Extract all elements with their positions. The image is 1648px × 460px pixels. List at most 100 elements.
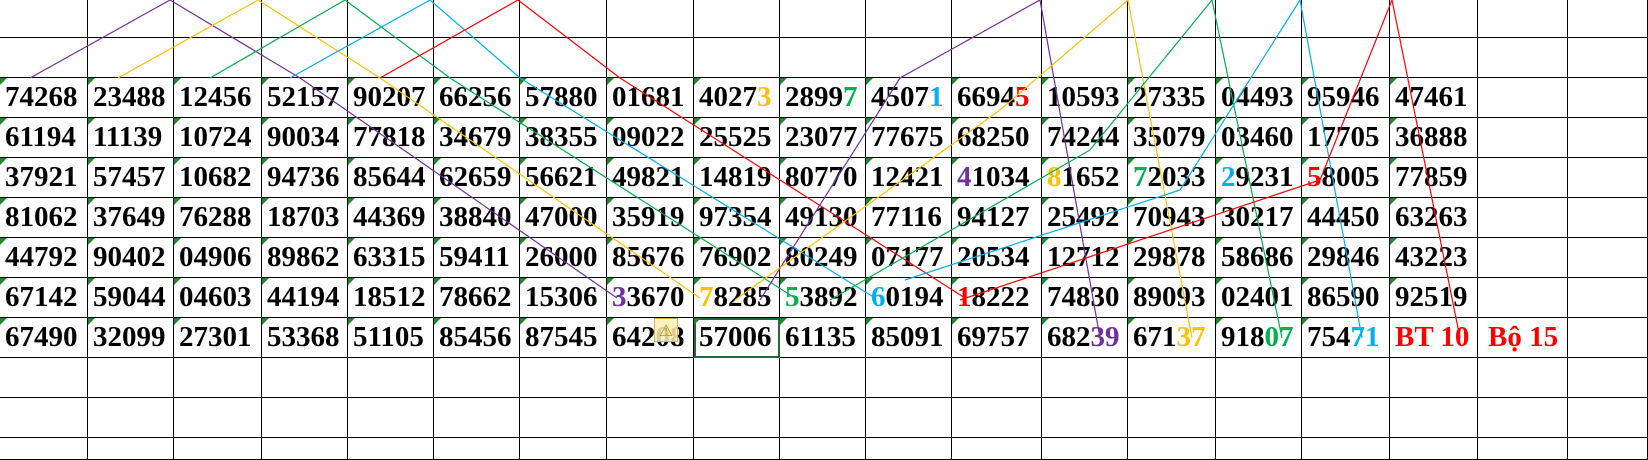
table-cell[interactable]: 56621 <box>520 158 607 198</box>
table-cell[interactable]: 12456 <box>174 78 262 118</box>
table-cell[interactable]: 90034 <box>262 118 348 158</box>
table-cell[interactable]: 85091 <box>866 318 952 358</box>
empty-cell[interactable] <box>1216 358 1302 398</box>
table-cell[interactable]: BT 10 <box>1390 318 1478 358</box>
table-cell[interactable]: 89862 <box>262 238 348 278</box>
empty-cell[interactable] <box>694 438 780 460</box>
empty-cell[interactable] <box>1568 38 1648 78</box>
table-cell[interactable]: 18703 <box>262 198 348 238</box>
empty-cell[interactable] <box>952 438 1042 460</box>
empty-cell[interactable] <box>1390 438 1478 460</box>
table-cell[interactable]: 81652 <box>1042 158 1128 198</box>
table-cell[interactable]: 68250 <box>952 118 1042 158</box>
table-cell[interactable]: 62659 <box>434 158 520 198</box>
empty-cell[interactable] <box>1302 398 1390 438</box>
empty-cell[interactable] <box>88 0 174 38</box>
table-cell[interactable]: 23488 <box>88 78 174 118</box>
table-cell[interactable]: 47000 <box>520 198 607 238</box>
table-cell[interactable]: 85676 <box>607 238 694 278</box>
table-cell[interactable]: 18512 <box>348 278 434 318</box>
empty-cell[interactable] <box>1042 438 1128 460</box>
empty-cell[interactable] <box>262 358 348 398</box>
empty-cell[interactable] <box>1568 318 1648 358</box>
empty-cell[interactable] <box>1478 0 1568 38</box>
table-cell[interactable]: 52157 <box>262 78 348 118</box>
empty-cell[interactable] <box>694 398 780 438</box>
empty-cell[interactable] <box>262 438 348 460</box>
empty-cell[interactable] <box>520 38 607 78</box>
empty-cell[interactable] <box>1568 198 1648 238</box>
table-cell[interactable]: 66945 <box>952 78 1042 118</box>
table-cell[interactable]: 37649 <box>88 198 174 238</box>
empty-cell[interactable] <box>0 358 88 398</box>
empty-cell[interactable] <box>952 398 1042 438</box>
table-cell[interactable]: 59044 <box>88 278 174 318</box>
table-cell[interactable]: 67142 <box>0 278 88 318</box>
warning-icon[interactable]: ⚠ <box>654 318 678 342</box>
empty-cell[interactable] <box>434 398 520 438</box>
empty-cell[interactable] <box>780 358 866 398</box>
table-cell[interactable]: 35079 <box>1128 118 1216 158</box>
empty-cell[interactable] <box>1568 118 1648 158</box>
empty-cell[interactable] <box>1216 398 1302 438</box>
table-cell[interactable]: 44792 <box>0 238 88 278</box>
table-cell[interactable]: 43223 <box>1390 238 1478 278</box>
table-cell[interactable]: 49821 <box>607 158 694 198</box>
empty-cell[interactable] <box>174 358 262 398</box>
empty-cell[interactable] <box>607 38 694 78</box>
table-cell[interactable]: 97354 <box>694 198 780 238</box>
empty-cell[interactable] <box>1478 438 1568 460</box>
empty-cell[interactable] <box>780 38 866 78</box>
table-cell[interactable]: 36888 <box>1390 118 1478 158</box>
table-cell[interactable]: 44369 <box>348 198 434 238</box>
table-cell[interactable]: 68239 <box>1042 318 1128 358</box>
empty-cell[interactable] <box>262 398 348 438</box>
table-cell[interactable]: 32099 <box>88 318 174 358</box>
empty-cell[interactable] <box>434 0 520 38</box>
empty-cell[interactable] <box>1042 38 1128 78</box>
table-cell[interactable]: 09022 <box>607 118 694 158</box>
table-cell[interactable]: 28997 <box>780 78 866 118</box>
table-cell[interactable]: 92519 <box>1390 278 1478 318</box>
empty-cell[interactable] <box>780 398 866 438</box>
table-cell[interactable]: 29846 <box>1302 238 1390 278</box>
table-cell[interactable]: Bộ 15 <box>1478 318 1568 358</box>
table-cell[interactable]: 10682 <box>174 158 262 198</box>
empty-cell[interactable] <box>952 0 1042 38</box>
empty-cell[interactable] <box>1478 158 1568 198</box>
table-cell[interactable]: 57457 <box>88 158 174 198</box>
empty-cell[interactable] <box>1568 78 1648 118</box>
empty-cell[interactable] <box>520 438 607 460</box>
table-cell[interactable]: 41034 <box>952 158 1042 198</box>
table-cell[interactable]: 44450 <box>1302 198 1390 238</box>
table-cell[interactable]: 81062 <box>0 198 88 238</box>
table-cell[interactable]: 90207 <box>348 78 434 118</box>
table-cell[interactable]: 37921 <box>0 158 88 198</box>
empty-cell[interactable] <box>88 398 174 438</box>
table-cell[interactable]: 77116 <box>866 198 952 238</box>
table-cell[interactable]: 57006 <box>694 318 780 358</box>
table-cell[interactable]: 66256 <box>434 78 520 118</box>
empty-cell[interactable] <box>866 38 952 78</box>
empty-cell[interactable] <box>1478 78 1568 118</box>
empty-cell[interactable] <box>0 438 88 460</box>
table-cell[interactable]: 04906 <box>174 238 262 278</box>
table-cell[interactable]: 61135 <box>780 318 866 358</box>
table-cell[interactable]: 12712 <box>1042 238 1128 278</box>
empty-cell[interactable] <box>1302 38 1390 78</box>
empty-cell[interactable] <box>1568 278 1648 318</box>
table-cell[interactable]: 25525 <box>694 118 780 158</box>
empty-cell[interactable] <box>866 0 952 38</box>
empty-cell[interactable] <box>174 398 262 438</box>
empty-cell[interactable] <box>348 38 434 78</box>
table-cell[interactable]: 35919 <box>607 198 694 238</box>
table-cell[interactable]: 11139 <box>88 118 174 158</box>
empty-cell[interactable] <box>1568 0 1648 38</box>
empty-cell[interactable] <box>262 38 348 78</box>
empty-cell[interactable] <box>1128 438 1216 460</box>
empty-cell[interactable] <box>1390 38 1478 78</box>
empty-cell[interactable] <box>520 358 607 398</box>
table-cell[interactable]: 69757 <box>952 318 1042 358</box>
empty-cell[interactable] <box>174 0 262 38</box>
empty-cell[interactable] <box>1478 398 1568 438</box>
